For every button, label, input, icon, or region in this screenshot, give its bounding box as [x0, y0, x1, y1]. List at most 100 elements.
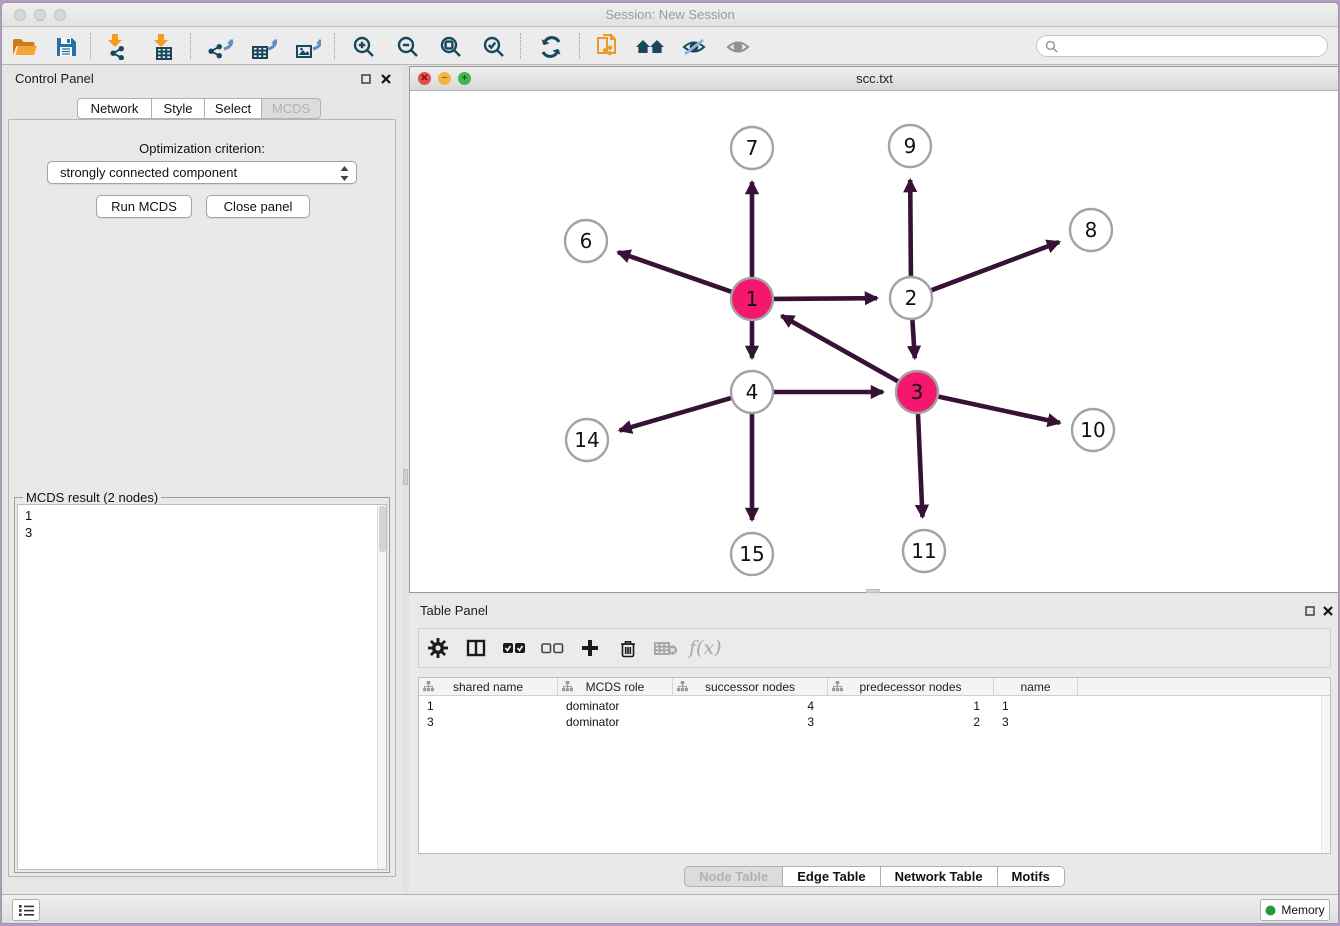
graph-node-1[interactable]: 1 — [731, 278, 773, 320]
desktop-background: Session: New Session Control Panel Netwo… — [0, 0, 1340, 926]
result-scrollbar[interactable] — [377, 505, 386, 869]
table-settings-gear-icon[interactable] — [419, 632, 457, 664]
graph-node-15[interactable]: 15 — [731, 533, 773, 575]
network-canvas[interactable]: 7 9 6 8 1 2 4 3 14 10 15 11 — [410, 91, 1339, 592]
edge-1-6[interactable] — [618, 252, 731, 292]
svg-text:f(x): f(x) — [687, 637, 721, 659]
import-table-icon[interactable] — [148, 32, 180, 62]
search-input[interactable] — [1036, 35, 1328, 57]
duplicate-network-icon[interactable] — [592, 32, 624, 62]
mcds-result-textarea[interactable]: 1 3 — [17, 504, 387, 870]
cell-shared-name[interactable]: 1 — [419, 698, 558, 714]
table-row[interactable]: 3dominator323 — [419, 714, 1330, 730]
edge-4-14[interactable] — [620, 398, 731, 430]
panel-splitter[interactable] — [402, 66, 409, 896]
memory-button[interactable]: Memory — [1260, 899, 1330, 921]
first-neighbors-icon[interactable] — [635, 32, 667, 62]
table-scrollbar[interactable] — [1321, 696, 1330, 853]
tab-mcds[interactable]: MCDS — [261, 98, 321, 119]
edge-3-1[interactable] — [782, 316, 898, 382]
edge-2-3[interactable] — [912, 320, 914, 358]
table-panel: Table Panel f(x) shared nameMCDS rolesuc… — [409, 596, 1339, 891]
float-control-panel-icon[interactable] — [359, 72, 373, 86]
zoom-out-icon[interactable] — [392, 32, 424, 62]
save-session-icon[interactable] — [50, 32, 82, 62]
graph-node-8[interactable]: 8 — [1070, 209, 1112, 251]
tab-node-table[interactable]: Node Table — [684, 866, 783, 887]
edge-1-2[interactable] — [774, 298, 877, 299]
splitter-handle[interactable] — [403, 469, 408, 485]
cell-shared-name[interactable]: 3 — [419, 714, 558, 730]
toggle-column-split-icon[interactable] — [457, 632, 495, 664]
column-header-predecessor-nodes[interactable]: predecessor nodes — [828, 678, 994, 696]
float-table-panel-icon[interactable] — [1303, 604, 1317, 618]
edge-2-9[interactable] — [910, 180, 911, 276]
svg-text:15: 15 — [739, 542, 764, 566]
import-network-icon[interactable] — [102, 32, 134, 62]
close-table-panel-icon[interactable] — [1321, 604, 1335, 618]
title-bar[interactable]: Session: New Session — [2, 3, 1338, 27]
toolbar-separator — [90, 33, 91, 59]
graph-node-9[interactable]: 9 — [889, 125, 931, 167]
deselect-all-rows-icon[interactable] — [533, 632, 571, 664]
tab-motifs[interactable]: Motifs — [997, 866, 1065, 887]
tab-edge-table[interactable]: Edge Table — [782, 866, 880, 887]
add-column-icon[interactable] — [571, 632, 609, 664]
export-image-icon[interactable] — [292, 32, 324, 62]
tab-select[interactable]: Select — [204, 98, 262, 119]
cell-successor-nodes[interactable]: 4 — [673, 698, 828, 714]
network-view-window: ✕ − + scc.txt 7 9 6 8 1 2 4 3 14 10 15 11 — [409, 66, 1339, 593]
run-mcds-button[interactable]: Run MCDS — [96, 195, 192, 218]
show-all-icon[interactable] — [722, 32, 754, 62]
tab-style[interactable]: Style — [151, 98, 205, 119]
cell-MCDS-role[interactable]: dominator — [558, 698, 673, 714]
cell-predecessor-nodes[interactable]: 1 — [828, 698, 994, 714]
graph-node-6[interactable]: 6 — [565, 220, 607, 262]
edge-2-8[interactable] — [932, 242, 1060, 290]
svg-text:11: 11 — [911, 539, 936, 563]
column-header-shared-name[interactable]: shared name — [419, 678, 558, 696]
close-panel-button[interactable]: Close panel — [206, 195, 310, 218]
cell-MCDS-role[interactable]: dominator — [558, 714, 673, 730]
edge-3-10[interactable] — [939, 397, 1060, 423]
criterion-dropdown[interactable]: strongly connected component — [47, 161, 357, 184]
network-resize-handle[interactable] — [866, 589, 880, 593]
graph-node-11[interactable]: 11 — [903, 530, 945, 572]
delete-column-icon[interactable] — [609, 632, 647, 664]
zoom-in-icon[interactable] — [348, 32, 380, 62]
cell-name[interactable]: 3 — [994, 714, 1078, 730]
column-header-name[interactable]: name — [994, 678, 1078, 696]
table-row[interactable]: 1dominator411 — [419, 698, 1330, 714]
select-all-rows-icon[interactable] — [495, 632, 533, 664]
cell-name[interactable]: 1 — [994, 698, 1078, 714]
graph-node-7[interactable]: 7 — [731, 127, 773, 169]
cell-predecessor-nodes[interactable]: 2 — [828, 714, 994, 730]
hide-selected-icon[interactable] — [678, 32, 710, 62]
refresh-layout-icon[interactable] — [535, 32, 567, 62]
svg-text:3: 3 — [911, 380, 924, 404]
graph-node-10[interactable]: 10 — [1072, 409, 1114, 451]
edge-3-11[interactable] — [918, 414, 923, 517]
column-header-successor-nodes[interactable]: successor nodes — [673, 678, 828, 696]
graph-node-4[interactable]: 4 — [731, 371, 773, 413]
open-session-icon[interactable] — [8, 32, 40, 62]
column-header-MCDS-role[interactable]: MCDS role — [558, 678, 673, 696]
toolbar-separator — [579, 33, 580, 59]
cell-successor-nodes[interactable]: 3 — [673, 714, 828, 730]
zoom-selected-icon[interactable] — [478, 32, 510, 62]
zoom-fit-icon[interactable] — [435, 32, 467, 62]
graph-node-2[interactable]: 2 — [890, 277, 932, 319]
task-history-button[interactable] — [12, 899, 40, 921]
sort-tree-icon — [832, 681, 843, 692]
node-table[interactable]: shared nameMCDS rolesuccessor nodesprede… — [418, 677, 1331, 854]
export-table-icon[interactable] — [248, 32, 280, 62]
tab-network[interactable]: Network — [77, 98, 152, 119]
tab-network-table[interactable]: Network Table — [880, 866, 998, 887]
close-control-panel-icon[interactable] — [379, 72, 393, 86]
graph-node-14[interactable]: 14 — [566, 419, 608, 461]
delete-table-icon — [647, 632, 685, 664]
svg-text:14: 14 — [574, 428, 599, 452]
graph-node-3[interactable]: 3 — [896, 371, 938, 413]
network-window-titlebar[interactable]: ✕ − + scc.txt — [410, 67, 1339, 91]
export-network-icon[interactable] — [204, 32, 236, 62]
